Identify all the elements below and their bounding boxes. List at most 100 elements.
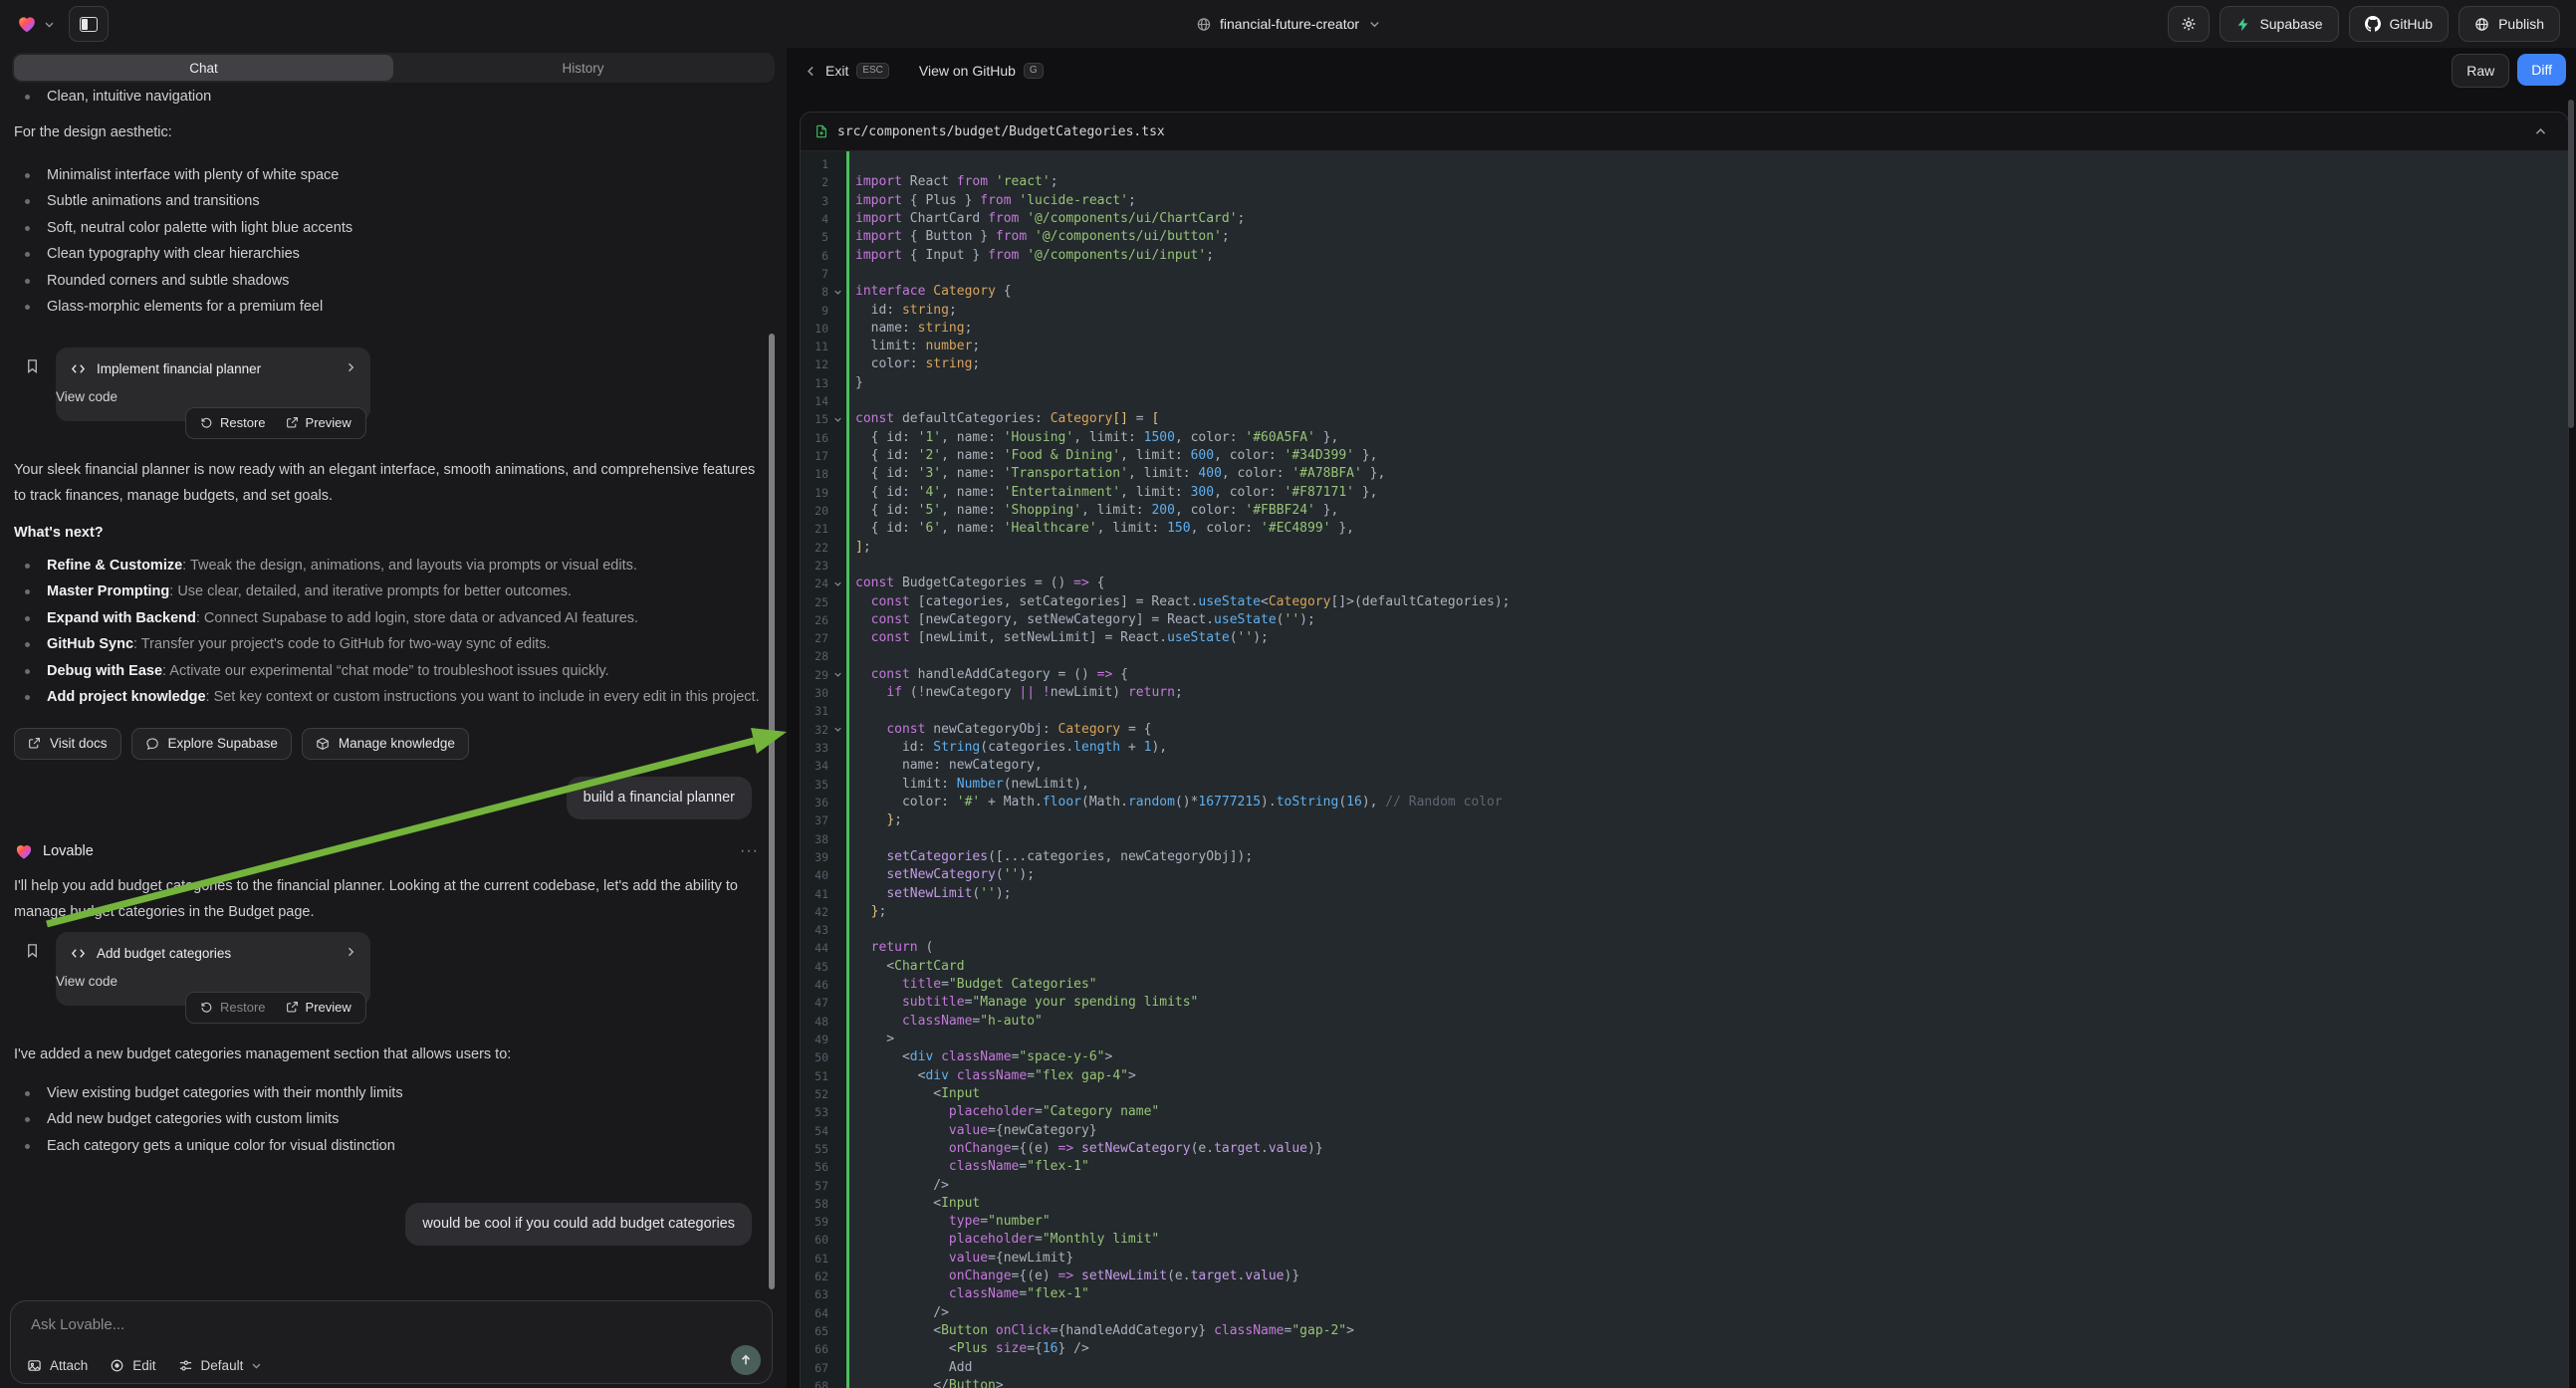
preview-label: Preview xyxy=(306,1000,351,1015)
diff-button[interactable]: Diff xyxy=(2517,54,2566,86)
chat-scrollbar[interactable] xyxy=(769,334,775,1289)
version-card-row: Implement financial planner xyxy=(56,347,370,378)
view-on-github-button[interactable]: View on GitHub G xyxy=(919,63,1044,79)
code-line: 63 className="flex-1" xyxy=(801,1285,2568,1303)
raw-button[interactable]: Raw xyxy=(2452,54,2509,88)
fold-slot xyxy=(828,392,846,410)
fold-slot xyxy=(828,355,846,373)
code-text: }; xyxy=(846,811,902,829)
publish-globe-icon xyxy=(2474,17,2489,32)
send-button[interactable] xyxy=(731,1345,761,1375)
chevron-right-icon xyxy=(345,360,356,378)
code-line: 38 xyxy=(801,830,2568,848)
view-code-link[interactable]: View code xyxy=(56,389,117,404)
code-line: 8interface Category { xyxy=(801,283,2568,301)
fold-slot xyxy=(828,794,846,811)
preview-button[interactable]: Preview xyxy=(277,412,360,433)
fold-chevron-icon[interactable] xyxy=(828,721,846,739)
fold-chevron-icon[interactable] xyxy=(828,575,846,592)
fold-chevron-icon[interactable] xyxy=(828,410,846,428)
edit-mode-button[interactable]: Edit xyxy=(110,1358,155,1373)
code-line: 4import ChartCard from '@/components/ui/… xyxy=(801,210,2568,228)
lovable-logo-menu[interactable] xyxy=(16,13,55,35)
code-line: 1 xyxy=(801,155,2568,173)
code-scrollbar[interactable] xyxy=(2568,100,2574,428)
code-text: { id: '3', name: 'Transportation', limit… xyxy=(846,465,1385,483)
code-text: const [newCategory, setNewCategory] = Re… xyxy=(846,611,1315,629)
collapse-file-button[interactable] xyxy=(2526,118,2554,144)
fold-slot xyxy=(828,885,846,903)
code-text: const handleAddCategory = () => { xyxy=(846,666,1128,684)
code-line: 16 { id: '1', name: 'Housing', limit: 15… xyxy=(801,429,2568,447)
fold-slot xyxy=(828,1250,846,1268)
restore-button[interactable]: Restore xyxy=(191,997,275,1018)
view-on-github-label: View on GitHub xyxy=(919,63,1016,79)
chip-manage-knowledge[interactable]: Manage knowledge xyxy=(302,728,469,760)
line-number: 4 xyxy=(801,210,828,228)
line-number: 35 xyxy=(801,776,828,794)
list-item: Master Prompting: Use clear, detailed, a… xyxy=(14,578,773,605)
fold-slot xyxy=(828,192,846,210)
supabase-button[interactable]: Supabase xyxy=(2220,6,2338,42)
github-shortcut-badge: G xyxy=(1024,63,1044,79)
chip-explore-supabase[interactable]: Explore Supabase xyxy=(131,728,292,760)
message-menu-button[interactable]: ··· xyxy=(740,842,759,860)
line-number: 20 xyxy=(801,502,828,520)
line-number: 51 xyxy=(801,1067,828,1085)
code-text: name: newCategory, xyxy=(846,757,1043,775)
code-text: limit: number; xyxy=(846,338,980,355)
code-line: 25 const [categories, setCategories] = R… xyxy=(801,593,2568,611)
model-selector[interactable]: Default xyxy=(178,1358,263,1373)
fold-slot xyxy=(828,1304,846,1322)
version-card-title: Add budget categories xyxy=(97,946,231,961)
project-switcher[interactable]: financial-future-creator xyxy=(1196,0,1380,48)
github-button[interactable]: GitHub xyxy=(2349,6,2450,42)
line-number: 10 xyxy=(801,320,828,338)
chat-input[interactable] xyxy=(29,1315,712,1334)
code-text: ]; xyxy=(846,539,871,557)
fold-slot xyxy=(828,173,846,191)
line-number: 16 xyxy=(801,429,828,447)
line-number: 37 xyxy=(801,811,828,829)
fold-slot xyxy=(828,1031,846,1048)
code-line: 34 name: newCategory, xyxy=(801,757,2568,775)
bookmark-icon[interactable] xyxy=(25,943,40,963)
fold-slot xyxy=(828,921,846,939)
code-text: { id: '4', name: 'Entertainment', limit:… xyxy=(846,484,1377,502)
publish-button[interactable]: Publish xyxy=(2459,6,2560,42)
fold-slot xyxy=(828,1213,846,1231)
attach-button[interactable]: Attach xyxy=(27,1358,88,1373)
target-icon xyxy=(110,1358,124,1373)
settings-button[interactable] xyxy=(2168,6,2210,42)
list-item: Clean, intuitive navigation xyxy=(14,84,773,111)
line-number: 67 xyxy=(801,1359,828,1377)
code-line: 64 /> xyxy=(801,1304,2568,1322)
preview-label: Preview xyxy=(306,415,351,430)
view-code-link[interactable]: View code xyxy=(56,974,117,989)
fold-slot xyxy=(828,155,846,173)
restore-button[interactable]: Restore xyxy=(191,412,275,433)
code-line: 32 const newCategoryObj: Category = { xyxy=(801,721,2568,739)
line-number: 56 xyxy=(801,1158,828,1176)
code-text: onChange={(e) => setNewLimit(e.target.va… xyxy=(846,1268,1299,1285)
code-line: 47 subtitle="Manage your spending limits… xyxy=(801,994,2568,1012)
line-number: 19 xyxy=(801,484,828,502)
fold-chevron-icon[interactable] xyxy=(828,283,846,301)
code-line: 15const defaultCategories: Category[] = … xyxy=(801,410,2568,428)
exit-button[interactable]: Exit ESC xyxy=(805,63,889,79)
bookmark-icon[interactable] xyxy=(25,358,40,378)
code-text: const [categories, setCategories] = Reac… xyxy=(846,593,1510,611)
file-header[interactable]: src/components/budget/BudgetCategories.t… xyxy=(801,113,2568,151)
tab-history[interactable]: History xyxy=(393,55,773,81)
bullet-list: Refine & Customize: Tweak the design, an… xyxy=(14,553,773,711)
chip-visit-docs[interactable]: Visit docs xyxy=(14,728,121,760)
tab-chat[interactable]: Chat xyxy=(14,55,393,81)
code-text: setCategories([...categories, newCategor… xyxy=(846,848,1253,866)
code-line: 53 placeholder="Category name" xyxy=(801,1103,2568,1121)
code-text: id: string; xyxy=(846,302,957,320)
fold-chevron-icon[interactable] xyxy=(828,666,846,684)
preview-button[interactable]: Preview xyxy=(277,997,360,1018)
fold-slot xyxy=(828,447,846,465)
file-added-icon xyxy=(815,124,828,138)
toggle-sidebar-button[interactable] xyxy=(69,6,109,42)
